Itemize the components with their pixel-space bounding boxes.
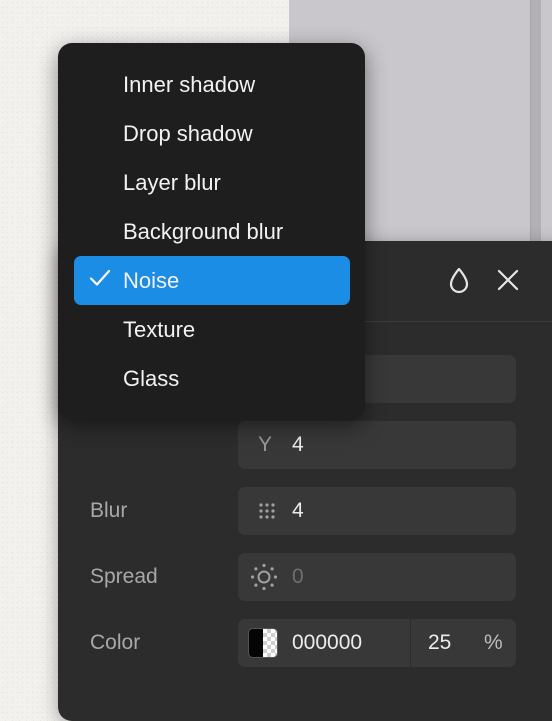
color-divider: [410, 619, 411, 667]
spread-label: Spread: [90, 565, 158, 588]
menu-item-texture[interactable]: Texture: [74, 305, 350, 354]
close-icon[interactable]: [489, 261, 527, 299]
menu-item-label: Layer blur: [123, 170, 221, 195]
menu-item-label: Background blur: [123, 219, 284, 244]
effect-type-menu: Inner shadow Drop shadow Layer blur Back…: [58, 43, 365, 420]
menu-item-layer-blur[interactable]: Layer blur: [74, 158, 350, 207]
percent-unit: %: [484, 631, 503, 654]
checkmark-icon: [88, 266, 112, 290]
spread-sun-icon: [250, 563, 292, 591]
drop-icon[interactable]: [440, 261, 478, 299]
menu-item-background-blur[interactable]: Background blur: [74, 207, 350, 256]
blur-label: Blur: [90, 499, 128, 522]
menu-item-label: Glass: [123, 366, 180, 391]
menu-item-label: Texture: [123, 317, 196, 342]
menu-item-glass[interactable]: Glass: [74, 354, 350, 403]
color-opacity-value[interactable]: 25: [428, 631, 451, 655]
y-field[interactable]: Y 4: [238, 421, 516, 469]
menu-item-label: Drop shadow: [123, 121, 253, 146]
menu-item-drop-shadow[interactable]: Drop shadow: [74, 109, 350, 158]
spread-field[interactable]: 0: [238, 553, 516, 601]
menu-item-inner-shadow[interactable]: Inner shadow: [74, 60, 350, 109]
blur-dots-icon: [258, 502, 292, 520]
y-value: 4: [292, 433, 304, 456]
menu-item-label: Inner shadow: [123, 72, 256, 97]
color-swatch[interactable]: [248, 628, 278, 658]
color-label: Color: [90, 631, 141, 654]
blur-value: 4: [292, 499, 304, 522]
menu-item-noise[interactable]: Noise: [74, 256, 350, 305]
color-hex-value[interactable]: 000000: [292, 631, 362, 655]
blur-field[interactable]: 4: [238, 487, 516, 535]
menu-item-label: Noise: [123, 268, 180, 293]
y-prefix: Y: [258, 433, 273, 456]
canvas-scrollbar[interactable]: [530, 0, 541, 260]
spread-value: 0: [292, 565, 304, 588]
color-field[interactable]: 000000 25 %: [238, 619, 516, 667]
